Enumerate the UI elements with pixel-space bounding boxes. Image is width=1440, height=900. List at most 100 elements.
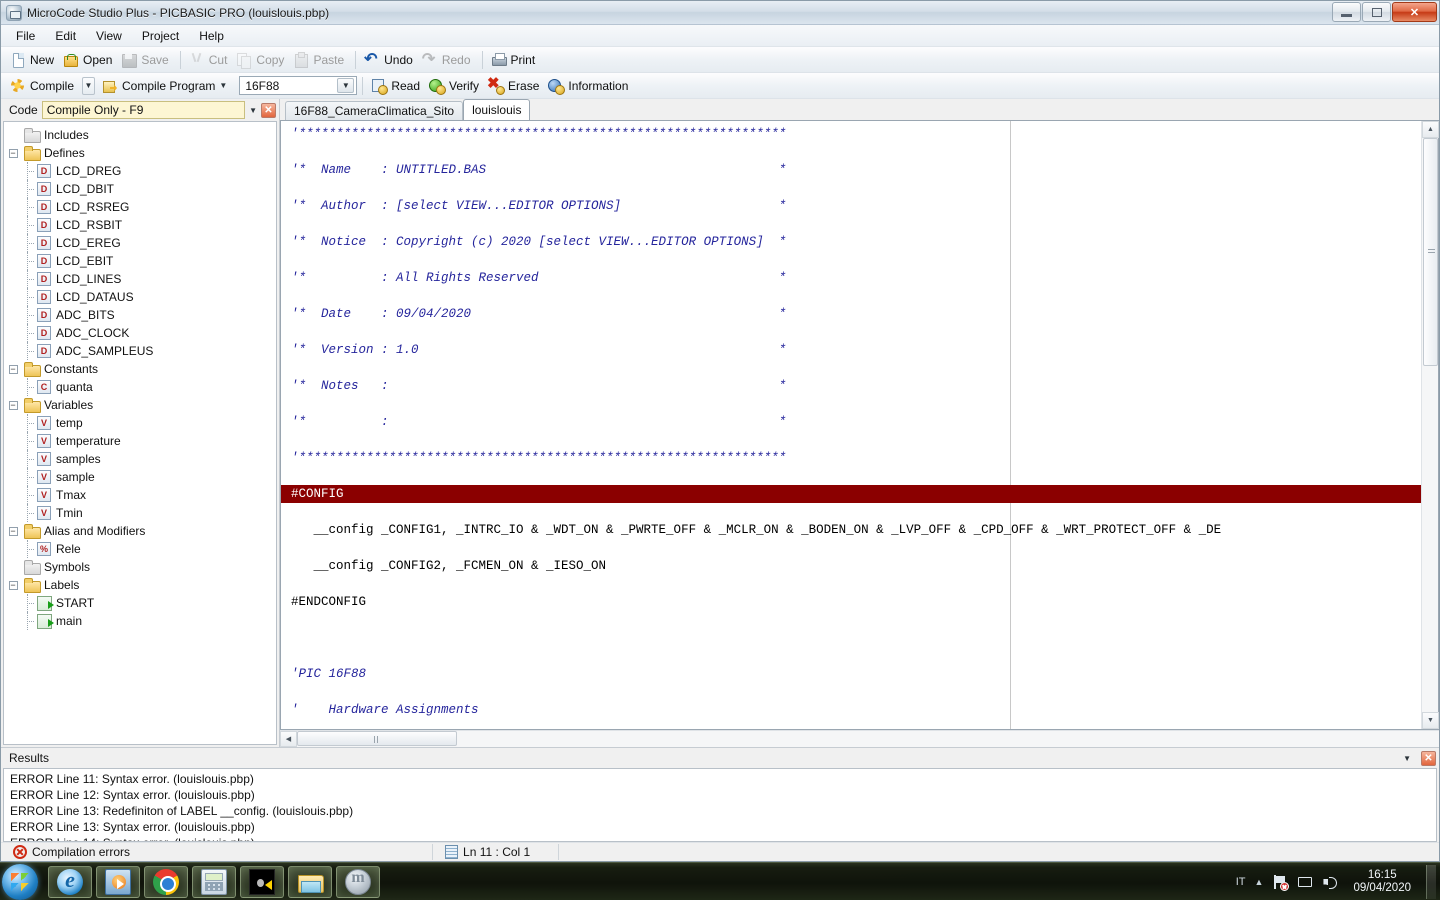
taskbar-item-pic-programmer[interactable] (240, 866, 284, 898)
tree-item-alias-and-modifiers[interactable]: −Alias and Modifiers (4, 522, 276, 540)
vertical-scroll-thumb[interactable] (1423, 138, 1438, 366)
tree-item-samples[interactable]: Vsamples (4, 450, 276, 468)
tree-item-label: LCD_LINES (56, 272, 121, 286)
tree-item-constants[interactable]: −Constants (4, 360, 276, 378)
tree-item-lcd-ebit[interactable]: DLCD_EBIT (4, 252, 276, 270)
tree-item-lcd-dataus[interactable]: DLCD_DATAUS (4, 288, 276, 306)
tree-expander[interactable]: − (9, 581, 18, 590)
tree-item-symbols[interactable]: Symbols (4, 558, 276, 576)
result-error-line[interactable]: ERROR Line 14: Syntax error. (louislouis… (6, 835, 1436, 842)
taskbar-item-internet-explorer[interactable] (48, 866, 92, 898)
volume-icon[interactable] (1322, 874, 1338, 890)
menu-file[interactable]: File (7, 26, 44, 46)
language-indicator[interactable]: IT (1236, 876, 1246, 888)
chevron-down-icon[interactable]: ▼ (1403, 754, 1411, 763)
result-error-line[interactable]: ERROR Line 13: Redefiniton of LABEL __co… (6, 803, 1436, 819)
tree-item-adc-clock[interactable]: DADC_CLOCK (4, 324, 276, 342)
tree-expander[interactable]: − (9, 401, 18, 410)
tree-item-lcd-rsreg[interactable]: DLCD_RSREG (4, 198, 276, 216)
tree-item-main[interactable]: main (4, 612, 276, 630)
result-error-line[interactable]: ERROR Line 11: Syntax error. (louislouis… (6, 771, 1436, 787)
cut-button[interactable]: Cut (186, 50, 234, 70)
maximize-restore-button[interactable] (1362, 2, 1391, 22)
tree-item-includes[interactable]: Includes (4, 126, 276, 144)
menu-view[interactable]: View (87, 26, 131, 46)
taskbar-item-calculator[interactable] (192, 866, 236, 898)
tree-item-sample[interactable]: Vsample (4, 468, 276, 486)
close-results-button[interactable]: ✕ (1421, 751, 1436, 766)
device-dropdown-button[interactable]: ▼ (337, 78, 354, 93)
tree-item-label: ADC_BITS (56, 308, 115, 322)
read-button[interactable]: Read (368, 76, 426, 96)
chevron-down-icon[interactable]: ▼ (249, 106, 257, 115)
verify-button[interactable]: Verify (426, 76, 485, 96)
tree-item-defines[interactable]: −Defines (4, 144, 276, 162)
result-error-line[interactable]: ERROR Line 12: Syntax error. (louislouis… (6, 787, 1436, 803)
start-button[interactable] (2, 864, 38, 900)
tree-item-lcd-rsbit[interactable]: DLCD_RSBIT (4, 216, 276, 234)
tree-expander[interactable]: − (9, 527, 18, 536)
tree-item-tmin[interactable]: VTmin (4, 504, 276, 522)
menu-edit[interactable]: Edit (46, 26, 85, 46)
tree-item-labels[interactable]: −Labels (4, 576, 276, 594)
tree-item-start[interactable]: START (4, 594, 276, 612)
tree-item-quanta[interactable]: Cquanta (4, 378, 276, 396)
scroll-left-button[interactable]: ◀ (280, 731, 297, 747)
tree-item-adc-sampleus[interactable]: DADC_SAMPLEUS (4, 342, 276, 360)
erase-button[interactable]: Erase (485, 76, 545, 96)
source-code[interactable]: '***************************************… (281, 121, 1421, 729)
scroll-up-button[interactable]: ▲ (1422, 121, 1439, 138)
taskbar-item-windows-explorer[interactable] (288, 866, 332, 898)
horizontal-scroll-thumb[interactable] (297, 731, 457, 746)
tree-item-variables[interactable]: −Variables (4, 396, 276, 414)
menu-project[interactable]: Project (133, 26, 188, 46)
code-viewport[interactable]: '***************************************… (281, 121, 1421, 729)
device-select[interactable]: 16F88 ▼ (239, 76, 357, 95)
editor-horizontal-scrollbar[interactable]: ◀ (280, 730, 1439, 747)
redo-button[interactable]: Redo (419, 50, 477, 70)
taskbar-item-mikro-app[interactable] (336, 866, 380, 898)
compile-dropdown-button[interactable]: ▼ (82, 77, 95, 95)
tree-item-temp[interactable]: Vtemp (4, 414, 276, 432)
compile-program-button[interactable]: Compile Program ▼ (99, 76, 233, 96)
close-button[interactable]: ✕ (1392, 2, 1437, 22)
code-explorer-tree[interactable]: Includes−DefinesDLCD_DREGDLCD_DBITDLCD_R… (3, 121, 277, 745)
copy-button[interactable]: Copy (233, 50, 290, 70)
tree-item-lcd-dreg[interactable]: DLCD_DREG (4, 162, 276, 180)
tree-item-lcd-lines[interactable]: DLCD_LINES (4, 270, 276, 288)
tree-expander[interactable]: − (9, 365, 18, 374)
result-error-line[interactable]: ERROR Line 13: Syntax error. (louislouis… (6, 819, 1436, 835)
tree-item-rele[interactable]: %Rele (4, 540, 276, 558)
show-desktop-button[interactable] (1426, 865, 1436, 899)
undo-button[interactable]: Undo (361, 50, 419, 70)
taskbar-item-windows-media-player[interactable] (96, 866, 140, 898)
editor-tab-16f88-cameraclimatica-sito[interactable]: 16F88_CameraClimatica_Sito (285, 101, 463, 120)
show-hidden-icons-button[interactable]: ▲ (1255, 877, 1264, 887)
editor-vertical-scrollbar[interactable]: ▲ ▼ (1421, 121, 1438, 729)
save-button[interactable]: Save (118, 50, 174, 70)
new-button[interactable]: New (7, 50, 60, 70)
tree-item-lcd-dbit[interactable]: DLCD_DBIT (4, 180, 276, 198)
compile-mode-select[interactable]: Compile Only - F9 (42, 101, 245, 119)
print-button[interactable]: Print (488, 50, 542, 70)
action-center-flag-icon[interactable] (1272, 874, 1288, 890)
menu-help[interactable]: Help (190, 26, 233, 46)
network-icon[interactable] (1297, 874, 1313, 890)
tree-item-temperature[interactable]: Vtemperature (4, 432, 276, 450)
tree-item-tmax[interactable]: VTmax (4, 486, 276, 504)
tree-expander[interactable]: − (9, 149, 18, 158)
tree-item-lcd-ereg[interactable]: DLCD_EREG (4, 234, 276, 252)
tree-item-adc-bits[interactable]: DADC_BITS (4, 306, 276, 324)
open-button[interactable]: Open (60, 50, 118, 70)
results-list[interactable]: ERROR Line 11: Syntax error. (louislouis… (3, 768, 1437, 842)
paste-button[interactable]: Paste (290, 50, 350, 70)
editor-tab-louislouis[interactable]: louislouis (463, 99, 530, 120)
compile-button[interactable]: Compile (7, 76, 80, 96)
scroll-down-button[interactable]: ▼ (1422, 712, 1439, 729)
clock[interactable]: 16:15 09/04/2020 (1347, 869, 1417, 895)
information-button[interactable]: Information (545, 76, 634, 96)
close-explorer-button[interactable]: ✕ (261, 103, 276, 118)
code-line-highlighted: #CONFIG (291, 485, 1421, 503)
minimize-button[interactable] (1332, 2, 1361, 22)
taskbar-item-google-chrome[interactable] (144, 866, 188, 898)
